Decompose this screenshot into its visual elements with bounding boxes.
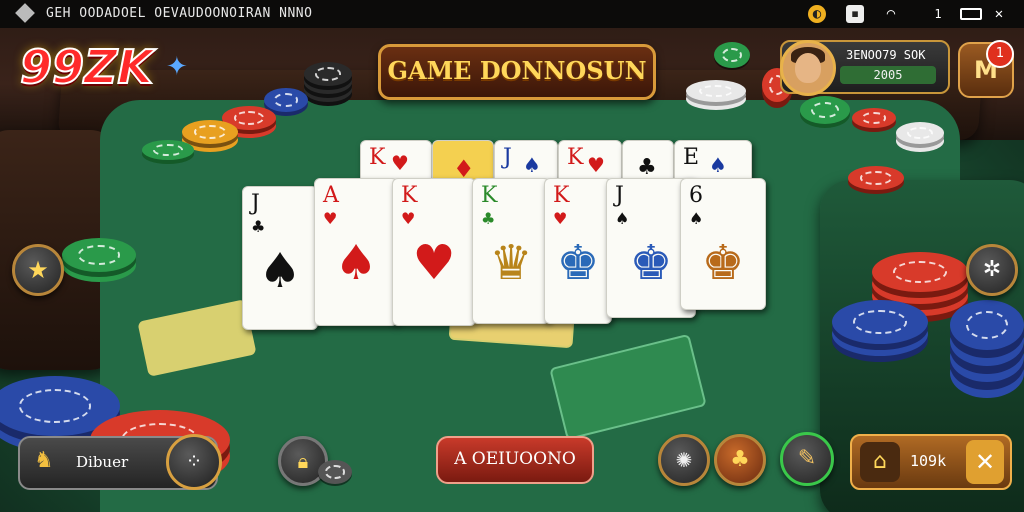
dots-icon: ⁘ xyxy=(185,449,203,473)
card-suit-big: ♚ xyxy=(701,235,745,291)
card-suit-big: ♚ xyxy=(556,235,600,291)
playing-card[interactable]: A ♥ ♠ xyxy=(314,178,398,326)
chip-stack xyxy=(304,62,352,86)
battery-icon xyxy=(960,8,982,20)
home-icon: ⌂ xyxy=(873,449,887,474)
clover-icon: ♣ xyxy=(730,447,750,472)
signal-icon: 1 xyxy=(934,7,942,21)
window-title: GEH OODADOEL OEVAUDOONOIRAN NNNO xyxy=(46,6,313,21)
card-suit-small: ♥ xyxy=(553,209,568,228)
card-suit-small: ♥ xyxy=(323,209,338,228)
pencil-icon: ✎ xyxy=(797,446,817,471)
card-suit-big: ♛ xyxy=(489,235,533,291)
card-suit-small: ♠ xyxy=(615,209,630,228)
app-logo-icon xyxy=(15,3,35,23)
card-rank: K xyxy=(553,183,570,208)
playing-card[interactable]: K ♥ ♚ xyxy=(544,178,612,324)
player-profile[interactable]: 3ENOO79 SOK 2005 xyxy=(780,40,950,96)
wifi-icon: ◠ xyxy=(886,6,896,22)
avatar-face xyxy=(795,53,821,83)
card-rank: A xyxy=(323,183,339,208)
edit-button[interactable]: ✎ xyxy=(780,432,834,486)
chip-stack xyxy=(62,238,136,272)
favorites-button[interactable]: ★ xyxy=(12,244,64,296)
notification-badge: 1 xyxy=(986,40,1014,68)
card-rank: K xyxy=(567,145,584,170)
avatar[interactable] xyxy=(780,40,836,96)
chip-stack xyxy=(872,252,968,292)
chip-stack xyxy=(950,300,1024,350)
chip-stack xyxy=(182,120,238,144)
balance-panel: ⌂ 109k ✕ xyxy=(850,434,1012,490)
sparkle-icon: ✦ xyxy=(166,52,188,82)
card-suit-small: ♣ xyxy=(481,209,496,228)
game-title-banner: GAME DONNOSUN xyxy=(378,44,656,100)
gem-button[interactable]: ✺ xyxy=(658,434,710,486)
gem-icon: ✺ xyxy=(675,448,693,472)
chip-stack xyxy=(264,88,308,112)
notification-icon: ◼ xyxy=(846,5,864,23)
star-icon: ★ xyxy=(27,256,49,284)
chip-stack xyxy=(318,460,352,484)
card-rank: K xyxy=(401,183,418,208)
playing-card[interactable]: K ♥ ♥ xyxy=(392,178,476,326)
status-bar: GEH OODADOEL OEVAUDOONOIRAN NNNO ◐ ◼ ◠ 1… xyxy=(0,0,1024,28)
playing-card[interactable]: J ♣ ♠ xyxy=(242,186,318,330)
card-rank: J xyxy=(251,191,260,216)
home-button[interactable]: ⌂ xyxy=(860,442,900,482)
chip-stack xyxy=(142,140,194,160)
chip-stack xyxy=(848,166,904,190)
playing-card[interactable]: 6 ♠ ♚ xyxy=(680,178,766,310)
card-suit: ♥ xyxy=(587,153,605,177)
card-rank: J xyxy=(615,183,624,208)
card-suit-big: ♠ xyxy=(334,235,378,291)
card-suit-big: ♥ xyxy=(412,235,456,291)
lock-icon: 🔒︎ xyxy=(297,449,309,473)
card-suit: ♠ xyxy=(709,153,727,177)
card-suit: ♠ xyxy=(523,153,541,177)
card-suit: ♥ xyxy=(391,151,409,175)
chip-stack xyxy=(852,108,896,128)
player-name: 3ENOO79 SOK xyxy=(846,48,926,62)
app-logo: 99ZK xyxy=(19,39,154,95)
card-rank: K xyxy=(481,183,498,208)
card-suit-big: ♠ xyxy=(258,243,302,299)
card-suit-small: ♥ xyxy=(401,209,416,228)
shield-icon: ◐ xyxy=(808,5,826,23)
clover-button[interactable]: ♣ xyxy=(714,434,766,486)
card-suit: ♣ xyxy=(637,155,657,180)
card-rank: K xyxy=(369,145,386,170)
more-options-button[interactable]: ⁘ xyxy=(166,434,222,490)
card-suit-small: ♠ xyxy=(689,209,704,228)
close-icon[interactable]: ✕ xyxy=(990,5,1008,23)
chip-stack xyxy=(832,300,928,344)
balance-amount: 109k xyxy=(910,452,947,470)
card-rank: J xyxy=(503,145,512,170)
card-rank: 6 xyxy=(689,183,703,208)
chip-stack xyxy=(896,122,944,144)
action-button[interactable]: A OEIUOONO xyxy=(436,436,594,484)
dealer-icon: ♞ xyxy=(34,448,54,473)
player-level: 2005 xyxy=(840,66,936,84)
playing-card[interactable]: K ♣ ♛ xyxy=(472,178,550,324)
chip-stack xyxy=(714,42,750,68)
close-icon: ✕ xyxy=(974,448,996,476)
card-rank: E xyxy=(683,145,700,170)
chip-stack xyxy=(800,96,850,124)
close-button[interactable]: ✕ xyxy=(966,440,1004,484)
extras-button[interactable]: ✲ xyxy=(966,244,1018,296)
card-suit-small: ♣ xyxy=(251,217,266,236)
game-title: GAME DONNOSUN xyxy=(387,56,647,85)
puzzle-icon: ✲ xyxy=(982,257,1002,282)
game-table-scene: K ♥ ♦ J ♠ K ♥ ♣ E ♠ J ♣ ♠ A ♥ ♠ K ♥ ♥ K … xyxy=(0,0,1024,512)
chip-stack xyxy=(686,80,746,102)
dealer-label: Dibuer xyxy=(76,453,129,471)
